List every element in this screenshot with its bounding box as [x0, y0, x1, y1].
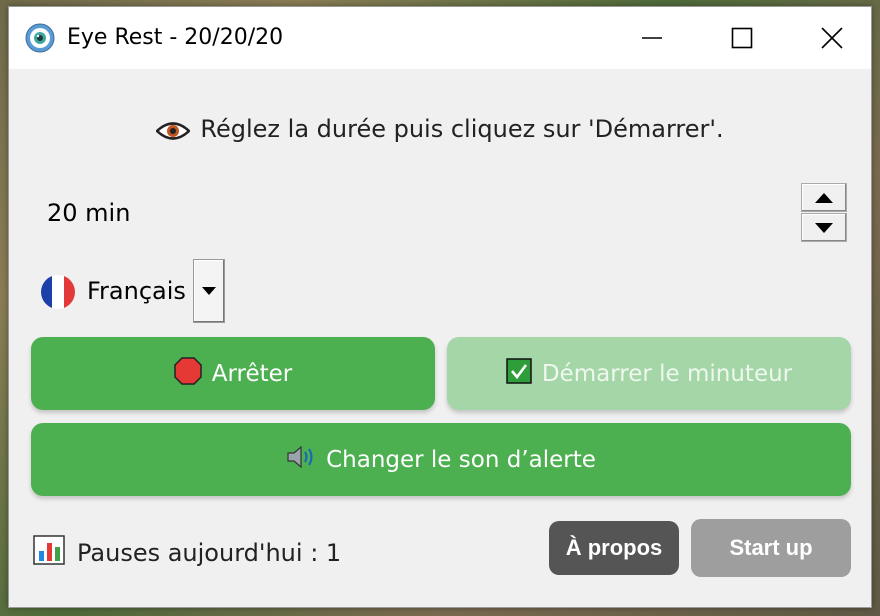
eye-app-icon [25, 23, 55, 53]
eye-icon [155, 120, 192, 148]
minimize-button[interactable] [607, 7, 697, 69]
stop-label: Arrêter [211, 360, 293, 387]
start-timer-button[interactable]: Démarrer le minuteur [447, 337, 851, 410]
startup-button[interactable]: Start up [691, 519, 851, 577]
close-button[interactable] [787, 7, 877, 69]
arrow-up-icon [815, 192, 833, 203]
bar-chart-icon [33, 535, 65, 571]
instruction-text: Réglez la durée puis cliquez sur 'Démarr… [9, 115, 871, 148]
pauses-counter: Pauses aujourd'hui : 1 [33, 535, 341, 571]
spin-up-button[interactable] [801, 183, 847, 212]
minimize-icon [642, 37, 662, 39]
pauses-label: Pauses aujourd'hui : 1 [77, 539, 342, 567]
duration-input[interactable] [31, 187, 823, 239]
arrow-down-icon [815, 222, 833, 233]
language-select-value[interactable]: Français [87, 277, 191, 305]
duration-spinner [801, 183, 847, 243]
stop-sign-icon [173, 356, 202, 391]
start-label: Démarrer le minuteur [541, 360, 793, 387]
language-dropdown-button[interactable] [193, 259, 225, 323]
sound-label: Changer le son d’alerte [326, 446, 596, 473]
maximize-button[interactable] [697, 7, 787, 69]
flag-france-icon [41, 275, 75, 309]
maximize-icon [731, 27, 753, 49]
stop-button[interactable]: Arrêter [31, 337, 435, 410]
close-icon [821, 27, 843, 49]
app-window: Eye Rest - 20/20/20 Réglez la durée puis… [8, 6, 872, 608]
check-box-icon [506, 357, 532, 390]
instruction-label: Réglez la durée puis cliquez sur 'Démarr… [200, 115, 724, 143]
speaker-icon [286, 444, 316, 476]
title-bar: Eye Rest - 20/20/20 [9, 7, 871, 69]
window-title: Eye Rest - 20/20/20 [67, 25, 284, 50]
change-sound-button[interactable]: Changer le son d’alerte [31, 423, 851, 496]
about-button[interactable]: À propos [549, 521, 679, 575]
chevron-down-icon [202, 287, 216, 295]
spin-down-button[interactable] [801, 213, 847, 242]
